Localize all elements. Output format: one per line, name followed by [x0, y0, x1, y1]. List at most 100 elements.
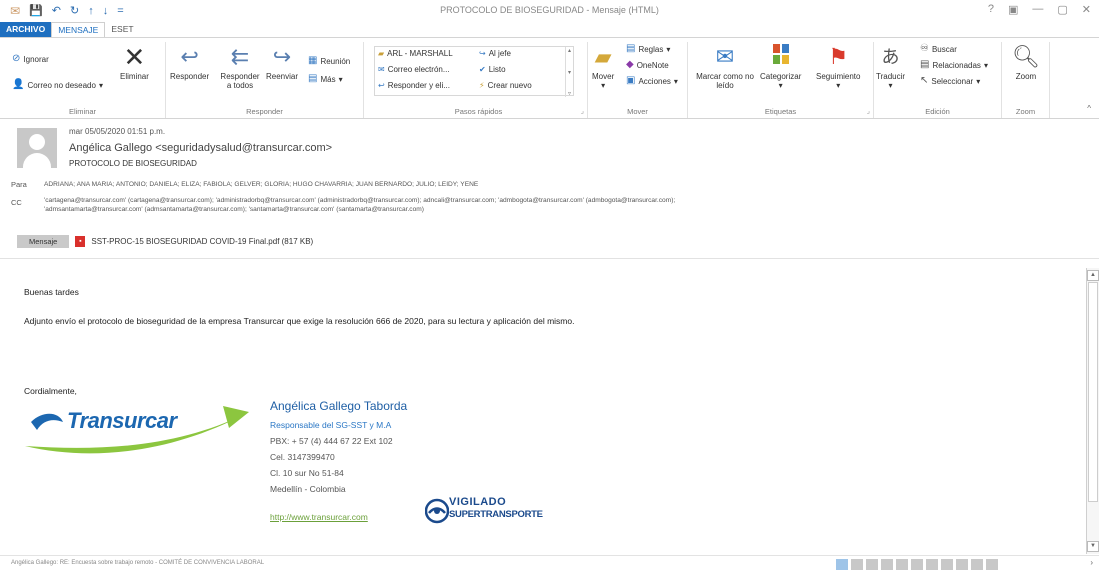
- window-title: PROTOCOLO DE BIOSEGURIDAD - Mensaje (HTM…: [440, 5, 659, 15]
- meeting-button[interactable]: ▦ Reunión: [308, 56, 350, 66]
- window-controls: ? ▣ — ▢ ✕: [988, 3, 1091, 16]
- undo-icon[interactable]: ↶: [52, 5, 61, 17]
- reply-all-button[interactable]: ⇇ Responder a todos: [218, 44, 262, 90]
- person-avatar[interactable]: [926, 559, 938, 570]
- customize-qat-icon[interactable]: =: [117, 5, 123, 17]
- select-button[interactable]: ↖ Seleccionar ▾: [920, 76, 980, 86]
- scroll-up-icon[interactable]: ▲: [1087, 270, 1099, 281]
- quick-step-arl[interactable]: ▰ ARL - MARSHALL: [378, 49, 453, 58]
- vigilado-emblem-icon: [425, 498, 449, 524]
- followup-button[interactable]: ⚑ Seguimiento ▾: [816, 44, 860, 90]
- tab-mensaje[interactable]: MENSAJE: [51, 22, 106, 37]
- avatar-head: [29, 134, 45, 150]
- person-avatar[interactable]: [866, 559, 878, 570]
- scroll-down-icon: ▾: [567, 69, 571, 76]
- minimize-button[interactable]: —: [1032, 3, 1043, 16]
- signature-pbx: PBX: + 57 (4) 444 67 22 Ext 102: [270, 436, 393, 446]
- status-text[interactable]: Angélica Gallego: RE: Encuesta sobre tra…: [11, 560, 264, 566]
- group-edicion: あ Traducir ▾ ♾ Buscar ▤ Relacionadas ▾ ↖…: [874, 42, 1002, 118]
- scroll-thumb[interactable]: [1088, 282, 1098, 502]
- actions-icon: ▣: [626, 75, 636, 86]
- quick-step-listo[interactable]: ✔ Listo: [479, 65, 506, 74]
- binoculars-icon: ♾: [920, 43, 929, 54]
- save-icon[interactable]: 💾: [29, 5, 43, 17]
- actions-button[interactable]: ▣ Acciones ▾: [626, 76, 678, 86]
- avatar[interactable]: [17, 128, 57, 168]
- categorize-button[interactable]: Categorizar ▾: [760, 44, 801, 90]
- find-button[interactable]: ♾ Buscar: [920, 44, 957, 54]
- chevron-down-icon: ▾: [836, 81, 841, 91]
- vertical-scrollbar[interactable]: ▲ ▼: [1086, 268, 1099, 554]
- ribbon-tabs: ARCHIVO MENSAJE ESET: [0, 22, 1099, 37]
- to-recipients[interactable]: ADRIANA; ANA MARIA; ANTONIO; DANIELA; EL…: [44, 180, 478, 189]
- avatar-body: [23, 153, 51, 168]
- redo-icon[interactable]: ↻: [70, 5, 79, 17]
- forward-button[interactable]: ↪ Reenviar: [266, 44, 298, 81]
- person-avatar[interactable]: [956, 559, 968, 570]
- quick-step-jefe[interactable]: ↪ Al jefe: [479, 49, 511, 58]
- dialog-launcher-icon[interactable]: ⌟: [867, 107, 870, 115]
- expand-people-icon[interactable]: ›: [1090, 558, 1093, 567]
- help-button[interactable]: ?: [988, 3, 994, 16]
- person-avatar[interactable]: [896, 559, 908, 570]
- quick-step-reply-delete[interactable]: ↩ Responder y eli...: [378, 81, 450, 90]
- group-label: Eliminar: [68, 107, 97, 116]
- down-arrow-icon[interactable]: ↓: [103, 5, 109, 17]
- reply-icon: ↩: [180, 44, 199, 69]
- reply-delete-icon: ↩: [378, 81, 385, 90]
- translate-button[interactable]: あ Traducir ▾: [876, 44, 905, 90]
- header-divider: [0, 258, 1099, 259]
- attachment-name[interactable]: SST-PROC-15 BIOSEGURIDAD COVID-19 Final.…: [91, 237, 313, 246]
- up-arrow-icon[interactable]: ↑: [88, 5, 94, 17]
- cursor-icon: ↖: [920, 75, 929, 86]
- group-label: Mover: [627, 107, 648, 116]
- group-pasos-rapidos: ▰ ARL - MARSHALL ↪ Al jefe ✉ Correo elec…: [370, 42, 588, 118]
- person-avatar[interactable]: [911, 559, 923, 570]
- delete-button[interactable]: ✕ Eliminar: [120, 44, 149, 81]
- scroll-down-icon[interactable]: ▼: [1087, 541, 1099, 552]
- cc-recipients-line2[interactable]: 'admsantamarta@transurcar.com' (admsanta…: [44, 205, 424, 214]
- dialog-launcher-icon[interactable]: ⌟: [581, 107, 584, 115]
- close-button[interactable]: ✕: [1082, 3, 1091, 16]
- group-zoom: 🔍︎ Zoom Zoom: [1002, 42, 1050, 118]
- signature-website-link[interactable]: http://www.transurcar.com: [270, 512, 368, 522]
- rules-button[interactable]: ▤ Reglas ▾: [626, 44, 670, 54]
- magnifier-icon: 🔍︎: [1012, 44, 1040, 69]
- quick-steps-scroll[interactable]: ▴ ▾ ▿: [565, 47, 573, 97]
- related-button[interactable]: ▤ Relacionadas ▾: [920, 60, 988, 70]
- person-avatar[interactable]: [881, 559, 893, 570]
- quick-step-create-new[interactable]: ⚡ Crear nuevo: [479, 81, 532, 90]
- transurcar-logo: Transurcar: [23, 400, 253, 465]
- signature-cel: Cel. 3147399470: [270, 452, 335, 462]
- collapse-ribbon-icon[interactable]: ^: [1087, 104, 1091, 113]
- person-avatar[interactable]: [941, 559, 953, 570]
- group-mover: ▰ Mover ▾ ▤ Reglas ▾ ◆ OneNote ▣ Accione…: [588, 42, 688, 118]
- person-avatar[interactable]: [986, 559, 998, 570]
- onenote-button[interactable]: ◆ OneNote: [626, 60, 669, 70]
- move-button[interactable]: ▰ Mover ▾: [592, 44, 614, 90]
- person-avatar[interactable]: [851, 559, 863, 570]
- person-avatar[interactable]: [836, 559, 848, 570]
- cc-recipients-line1[interactable]: 'cartagena@transurcar.com' (cartagena@tr…: [44, 196, 675, 205]
- ribbon-display-button[interactable]: ▣: [1008, 3, 1018, 16]
- quick-step-email[interactable]: ✉ Correo electrón...: [378, 65, 450, 74]
- sender[interactable]: Angélica Gallego <seguridadysalud@transu…: [69, 142, 332, 154]
- mark-unread-button[interactable]: ✉ Marcar como no leído: [694, 44, 756, 90]
- body-paragraph: Adjunto envío el protocolo de biosegurid…: [24, 316, 575, 326]
- calendar-icon: ▦: [308, 55, 318, 66]
- lightning-icon: ⚡: [479, 81, 485, 90]
- reply-button[interactable]: ↩ Responder: [170, 44, 209, 81]
- chevron-down-icon: ▾: [976, 76, 981, 86]
- junk-button[interactable]: 👤 Correo no deseado ▾: [12, 80, 103, 90]
- group-label: Responder: [246, 107, 283, 116]
- more-button[interactable]: ▤ Más ▾: [308, 74, 343, 84]
- tab-eset[interactable]: ESET: [105, 22, 139, 37]
- zoom-button[interactable]: 🔍︎ Zoom: [1012, 44, 1040, 81]
- ignore-button[interactable]: ⊘ Ignorar: [12, 54, 49, 64]
- maximize-button[interactable]: ▢: [1057, 3, 1067, 16]
- group-label: Edición: [925, 107, 950, 116]
- folder-icon: ▰: [378, 49, 385, 58]
- tab-archivo[interactable]: ARCHIVO: [0, 22, 52, 37]
- person-avatar[interactable]: [971, 559, 983, 570]
- message-tab-button[interactable]: Mensaje: [17, 235, 70, 248]
